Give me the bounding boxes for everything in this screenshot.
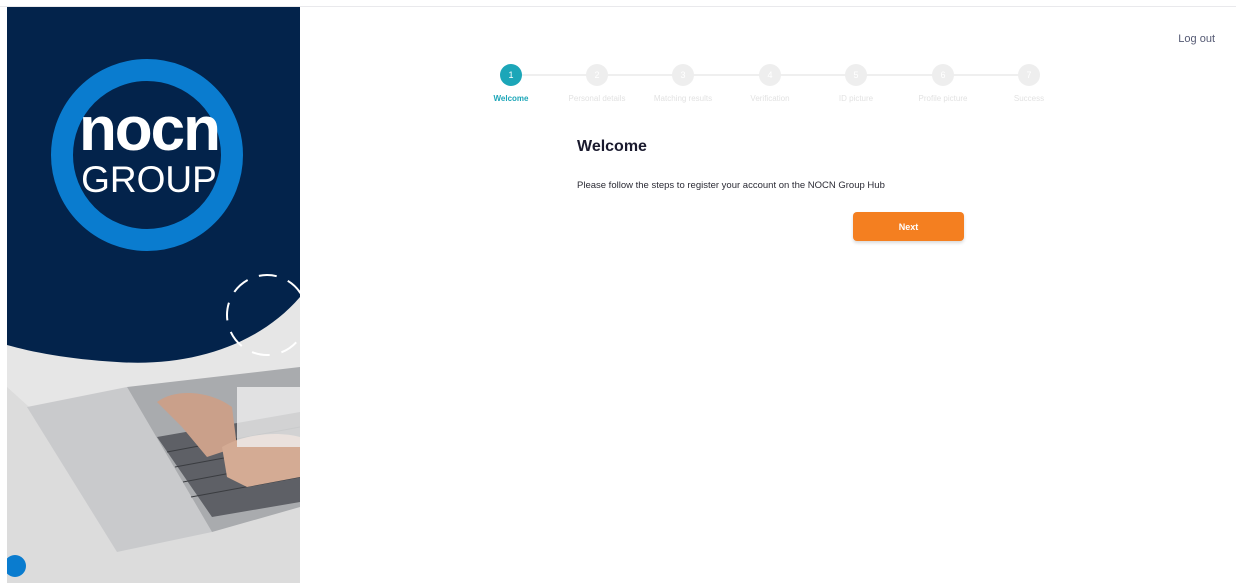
step-label: ID picture (838, 94, 874, 103)
brand-panel: nocn GROUP (7, 7, 300, 583)
step-number: 7 (1018, 64, 1040, 86)
step-id-picture[interactable]: 5 ID picture (811, 64, 901, 103)
step-number: 6 (932, 64, 954, 86)
step-label: Welcome (493, 94, 529, 103)
step-welcome[interactable]: 1 Welcome (466, 64, 556, 103)
step-label: Success (1013, 94, 1045, 103)
step-label: Verification (750, 94, 790, 103)
step-personal-details[interactable]: 2 Personal details (552, 64, 642, 103)
logout-link[interactable]: Log out (1178, 33, 1215, 45)
step-number: 3 (672, 64, 694, 86)
top-divider (0, 0, 1236, 7)
step-number: 1 (500, 64, 522, 86)
registration-stepper: 1 Welcome 2 Personal details 3 Matching … (488, 64, 1058, 109)
step-label: Matching results (653, 94, 713, 103)
registration-page: nocn GROUP Log out 1 Welcome 2 Personal … (0, 0, 1236, 583)
step-label: Personal details (568, 94, 626, 103)
page-title: Welcome (577, 138, 647, 155)
step-number: 4 (759, 64, 781, 86)
step-number: 5 (845, 64, 867, 86)
nocn-group-logo: nocn GROUP (60, 95, 238, 200)
brand-illustration (7, 7, 300, 583)
step-profile-picture[interactable]: 6 Profile picture (898, 64, 988, 103)
next-button[interactable]: Next (853, 212, 964, 241)
step-matching-results[interactable]: 3 Matching results (638, 64, 728, 103)
step-verification[interactable]: 4 Verification (725, 64, 815, 103)
logo-word: nocn (78, 95, 221, 164)
step-number: 2 (586, 64, 608, 86)
step-success[interactable]: 7 Success (984, 64, 1074, 103)
step-label: Profile picture (918, 94, 968, 103)
welcome-message: Please follow the steps to register your… (577, 180, 885, 191)
logo-subtitle: GROUP (81, 159, 217, 200)
